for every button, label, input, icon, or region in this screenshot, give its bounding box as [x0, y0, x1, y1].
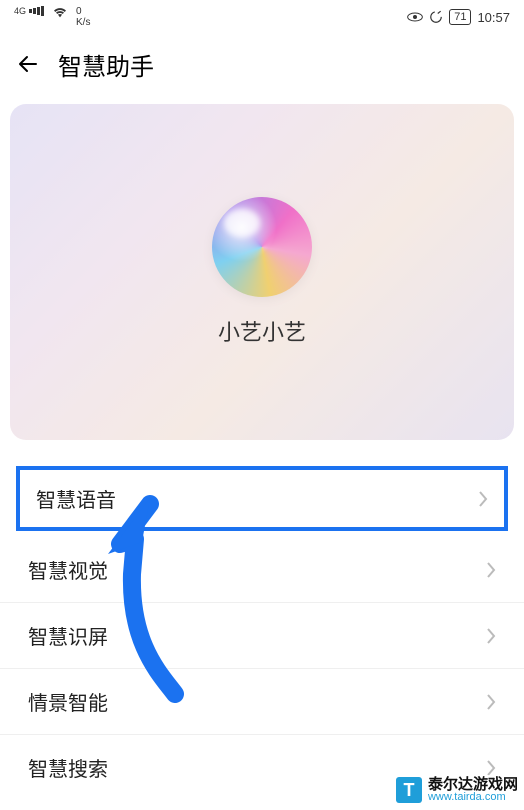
wifi-icon [52, 6, 68, 18]
signal-indicator: 4G [14, 6, 44, 16]
watermark-name: 泰尔达游戏网 [428, 777, 518, 793]
menu-item-label: 智慧语音 [36, 484, 116, 513]
menu-item-label: 智慧识屏 [28, 621, 108, 650]
assistant-name: 小艺小艺 [218, 315, 306, 347]
menu-item-label: 智慧视觉 [28, 555, 108, 584]
arrow-left-icon [16, 52, 40, 76]
watermark-url: www.tairda.com [428, 792, 518, 804]
eye-icon [407, 12, 423, 22]
menu-item-label: 情景智能 [28, 687, 108, 716]
chevron-right-icon [478, 491, 488, 507]
watermark: T 泰尔达游戏网 www.tairda.com [394, 775, 524, 806]
page-header: 智慧助手 [0, 34, 524, 94]
battery-indicator: 71 [449, 9, 471, 25]
clock: 10:57 [477, 10, 510, 25]
page-title: 智慧助手 [58, 47, 154, 82]
network-speed: 0 K/s [76, 6, 90, 28]
menu-screen-recognition[interactable]: 智慧识屏 [0, 603, 524, 669]
boost-icon [429, 10, 443, 24]
network-type: 4G [14, 6, 26, 16]
assistant-orb-icon [212, 197, 312, 297]
chevron-right-icon [486, 694, 496, 710]
chevron-right-icon [486, 562, 496, 578]
settings-list: 智慧语音 智慧视觉 智慧识屏 情景智能 智慧搜索 [0, 466, 524, 800]
status-left: 4G 0 K/s [14, 6, 90, 28]
back-button[interactable] [16, 52, 40, 76]
chevron-right-icon [486, 760, 496, 776]
status-bar: 4G 0 K/s 71 10:57 [0, 0, 524, 34]
menu-voice[interactable]: 智慧语音 [16, 466, 508, 531]
menu-context[interactable]: 情景智能 [0, 669, 524, 735]
status-right: 71 10:57 [407, 9, 510, 25]
chevron-right-icon [486, 628, 496, 644]
watermark-logo-icon: T [396, 777, 422, 803]
menu-item-label: 智慧搜索 [28, 753, 108, 782]
assistant-hero: 小艺小艺 [10, 104, 514, 440]
menu-vision[interactable]: 智慧视觉 [0, 537, 524, 603]
